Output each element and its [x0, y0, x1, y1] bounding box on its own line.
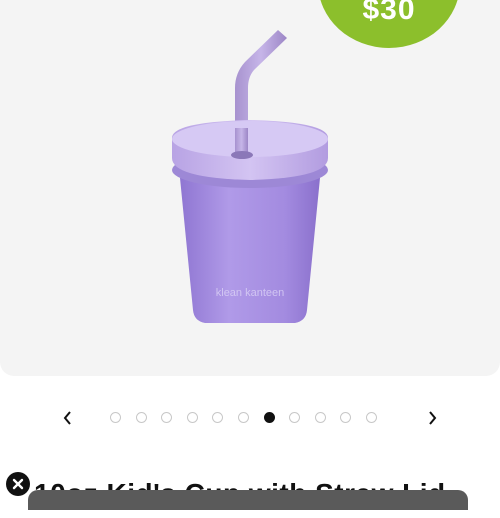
close-button[interactable]: [6, 472, 30, 496]
product-image: klean kanteen: [172, 30, 328, 323]
bottom-sheet-bar[interactable]: [28, 490, 468, 510]
prev-image-button[interactable]: [54, 404, 82, 432]
carousel-dot[interactable]: [135, 412, 147, 423]
carousel-dot[interactable]: [263, 412, 275, 423]
carousel-dot[interactable]: [110, 412, 121, 423]
carousel-dot[interactable]: [289, 412, 301, 423]
next-image-button[interactable]: [418, 404, 446, 432]
carousel-dot[interactable]: [186, 412, 198, 423]
carousel-dots: [110, 412, 377, 424]
chevron-right-icon: [429, 411, 437, 425]
image-carousel-nav: [0, 404, 500, 432]
carousel-dot[interactable]: [237, 412, 249, 423]
carousel-dot[interactable]: [365, 412, 377, 423]
carousel-dot[interactable]: [314, 412, 326, 423]
brand-logo: klean kanteen: [216, 287, 285, 299]
close-icon: [12, 478, 24, 490]
product-image-card: $30 klean kanteen: [0, 0, 500, 376]
chevron-left-icon: [63, 411, 71, 425]
carousel-dot[interactable]: [340, 412, 352, 423]
carousel-dot[interactable]: [212, 412, 224, 423]
carousel-dot[interactable]: [161, 412, 173, 423]
